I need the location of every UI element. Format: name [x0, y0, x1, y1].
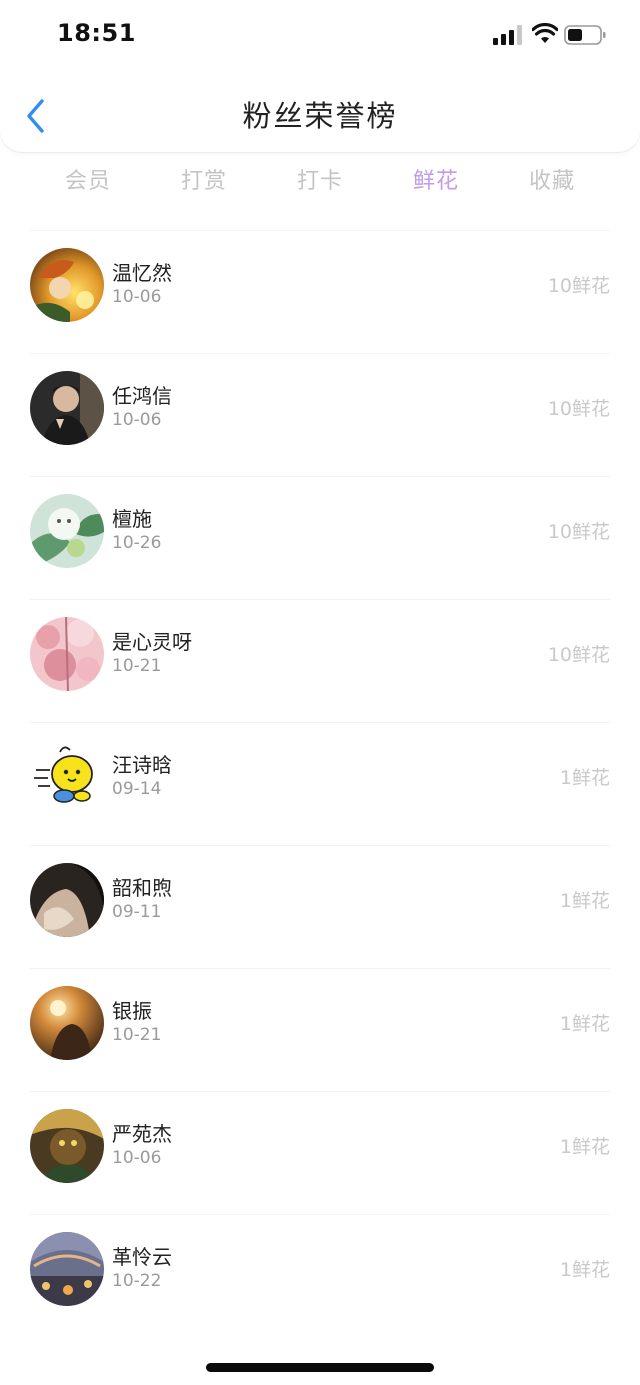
battery-icon — [564, 25, 606, 45]
avatar-anime-orange-icon — [30, 248, 104, 322]
flower-count: 10鲜花 — [547, 521, 610, 543]
status-time: 18:51 — [57, 19, 136, 47]
fan-name: 檀施 — [112, 507, 152, 531]
fan-name: 韶和煦 — [112, 876, 172, 900]
list-item[interactable]: 韶和煦 09-11 1鲜花 — [30, 845, 610, 968]
flower-count: 1鲜花 — [559, 767, 610, 789]
wifi-icon — [532, 23, 558, 43]
avatar[interactable] — [30, 1232, 104, 1306]
flower-count: 1鲜花 — [559, 1013, 610, 1035]
list-item[interactable]: 革怜云 10-22 1鲜花 — [30, 1214, 610, 1337]
list-item[interactable]: 是心灵呀 10-21 10鲜花 — [30, 599, 610, 722]
fan-name: 汪诗晗 — [112, 753, 172, 777]
fan-name: 温忆然 — [112, 261, 172, 285]
avatar[interactable] — [30, 1109, 104, 1183]
flower-count: 1鲜花 — [559, 1259, 610, 1281]
avatar-person-dark-icon — [30, 371, 104, 445]
avatar[interactable] — [30, 740, 104, 814]
avatar[interactable] — [30, 986, 104, 1060]
tab-bar: 会员 打赏 打卡 鲜花 收藏 — [30, 162, 610, 202]
avatar[interactable] — [30, 371, 104, 445]
fan-name: 革怜云 — [112, 1245, 172, 1269]
fan-name: 银振 — [112, 999, 152, 1023]
tab-tips[interactable]: 打赏 — [146, 162, 262, 202]
home-indicator[interactable] — [206, 1363, 434, 1372]
list-item[interactable]: 严苑杰 10-06 1鲜花 — [30, 1091, 610, 1214]
fan-date: 10-26 — [112, 533, 162, 553]
flower-count: 1鲜花 — [559, 1136, 610, 1158]
tab-favorites[interactable]: 收藏 — [494, 162, 610, 202]
fan-date: 10-06 — [112, 1148, 162, 1168]
tab-flowers[interactable]: 鲜花 — [378, 162, 494, 202]
avatar[interactable] — [30, 494, 104, 568]
avatar-sunset-icon — [30, 986, 104, 1060]
tab-members[interactable]: 会员 — [30, 162, 146, 202]
avatar-city-night-icon — [30, 1232, 104, 1306]
header: 18:51 粉丝荣誉榜 — [0, 0, 640, 152]
fan-date: 09-11 — [112, 902, 162, 922]
avatar-plant-green-icon — [30, 494, 104, 568]
avatar[interactable] — [30, 248, 104, 322]
avatar-pink-flowers-icon — [30, 617, 104, 691]
signal-icon — [493, 25, 522, 45]
fan-date: 09-14 — [112, 779, 162, 799]
list-item[interactable]: 汪诗晗 09-14 1鲜花 — [30, 722, 610, 845]
avatar-dark-portrait-icon — [30, 863, 104, 937]
list-item[interactable]: 温忆然 10-06 10鲜花 — [30, 230, 610, 353]
fan-date: 10-06 — [112, 410, 162, 430]
avatar[interactable] — [30, 863, 104, 937]
fan-name: 是心灵呀 — [112, 630, 192, 654]
flower-count: 10鲜花 — [547, 275, 610, 297]
list-item[interactable]: 银振 10-21 1鲜花 — [30, 968, 610, 1091]
fan-name: 任鸿信 — [112, 384, 172, 408]
fan-date: 10-21 — [112, 656, 162, 676]
fan-name: 严苑杰 — [112, 1122, 172, 1146]
fan-date: 10-22 — [112, 1271, 162, 1291]
screen: 18:51 粉丝荣誉榜 会员 打赏 打卡 鲜花 收藏 温忆然 10-06 10鲜… — [0, 0, 640, 1385]
list-item[interactable]: 檀施 10-26 10鲜花 — [30, 476, 610, 599]
flower-count: 10鲜花 — [547, 644, 610, 666]
fan-date: 10-06 — [112, 287, 162, 307]
page-title: 粉丝荣誉榜 — [242, 99, 398, 133]
flower-count: 1鲜花 — [559, 890, 610, 912]
fan-list: 温忆然 10-06 10鲜花 任鸿信 10-06 10鲜花 檀施 10-26 1… — [0, 230, 640, 1337]
avatar-yellow-cartoon-icon — [30, 740, 104, 814]
avatar[interactable] — [30, 617, 104, 691]
fan-date: 10-21 — [112, 1025, 162, 1045]
flower-count: 10鲜花 — [547, 398, 610, 420]
avatar-game-hero-icon — [30, 1109, 104, 1183]
list-item[interactable]: 任鸿信 10-06 10鲜花 — [30, 353, 610, 476]
tab-checkin[interactable]: 打卡 — [262, 162, 378, 202]
